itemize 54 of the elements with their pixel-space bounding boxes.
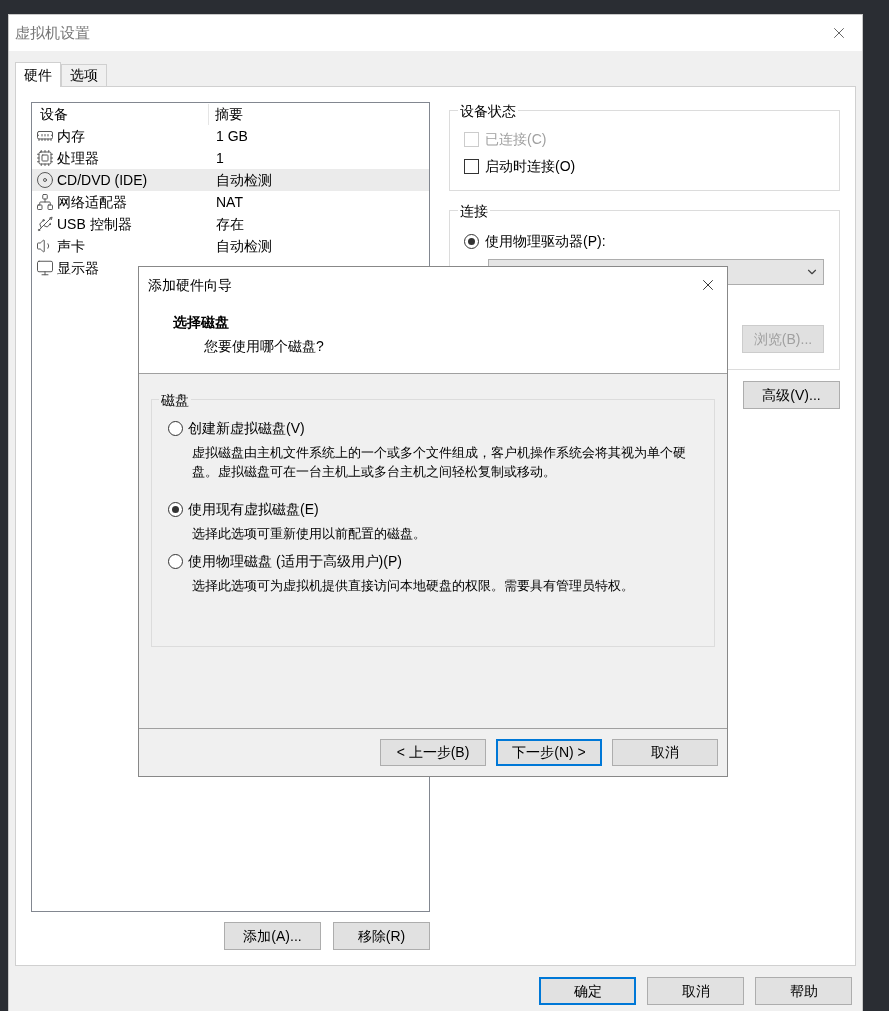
device-row[interactable]: USB 控制器 存在 [32, 213, 429, 235]
radio-button[interactable] [168, 421, 183, 436]
advanced-button[interactable]: 高级(V)... [743, 381, 840, 409]
disc-icon [36, 171, 54, 189]
device-name: CD/DVD (IDE) [57, 170, 148, 190]
option-description: 虚拟磁盘由主机文件系统上的一个或多个文件组成，客户机操作系统会将其视为单个硬盘。虚拟磁盘可在一台主机上或多台主机之间轻松复制或移动。 [191, 444, 687, 481]
device-row[interactable]: 声卡 自动检测 [32, 235, 429, 257]
device-summary: 自动检测 [216, 236, 272, 256]
radio-label: 使用物理磁盘 (适用于高级用户)(P) [188, 552, 402, 571]
device-summary: NAT [216, 192, 243, 212]
device-row[interactable]: CD/DVD (IDE) 自动检测 [32, 169, 429, 191]
usb-icon [36, 215, 54, 233]
radio-button[interactable] [168, 554, 183, 569]
device-name: USB 控制器 [57, 214, 132, 234]
radio-button[interactable] [168, 502, 183, 517]
checkbox-label: 已连接(C) [485, 130, 547, 149]
dialog-button[interactable]: 帮助 [755, 977, 852, 1005]
device-name: 处理器 [57, 148, 99, 168]
device-name: 声卡 [57, 236, 85, 256]
device-summary: 自动检测 [216, 170, 272, 190]
chip-icon [36, 149, 54, 167]
wizard-button[interactable]: 取消 [612, 739, 718, 766]
device-row[interactable]: 网络适配器 NAT [32, 191, 429, 213]
wizard-heading: 选择磁盘 [173, 313, 230, 332]
option-description: 选择此选项可重新使用以前配置的磁盘。 [191, 525, 427, 543]
radio-label: 使用现有虚拟磁盘(E) [188, 500, 319, 519]
network-icon [36, 193, 54, 211]
tab[interactable]: 硬件 [15, 62, 61, 87]
checkbox-label: 启动时连接(O) [485, 157, 576, 176]
device-summary: 1 GB [216, 126, 248, 146]
device-summary: 存在 [216, 214, 244, 234]
wizard-subheading: 您要使用哪个磁盘? [203, 337, 325, 356]
device-name: 网络适配器 [57, 192, 127, 212]
radio-label: 使用物理驱动器(P): [485, 232, 606, 251]
radio-label: 创建新虚拟磁盘(V) [188, 419, 305, 438]
device-button[interactable]: 添加(A)... [224, 922, 321, 950]
radio-button[interactable] [464, 234, 479, 249]
device-summary: 1 [216, 148, 224, 168]
wizard-button[interactable]: 下一步(N) > [496, 739, 602, 766]
column-header: 摘要 [214, 104, 243, 124]
device-name: 显示器 [57, 258, 99, 278]
device-row[interactable]: 处理器 1 [32, 147, 429, 169]
dialog-button[interactable]: 取消 [647, 977, 744, 1005]
checkbox[interactable] [464, 159, 479, 174]
option-description: 选择此选项可为虚拟机提供直接访问本地硬盘的权限。需要具有管理员特权。 [191, 577, 635, 595]
device-row[interactable]: 内存 1 GB [32, 125, 429, 147]
column-header: 设备 [32, 103, 209, 125]
wizard-button[interactable]: < 上一步(B) [380, 739, 486, 766]
device-button[interactable]: 移除(R) [333, 922, 430, 950]
device-name: 内存 [57, 126, 85, 146]
dialog-button[interactable]: 确定 [539, 977, 636, 1005]
monitor-icon [36, 259, 54, 277]
window-title: 虚拟机设置 [15, 22, 90, 43]
tab[interactable]: 选项 [61, 64, 107, 86]
